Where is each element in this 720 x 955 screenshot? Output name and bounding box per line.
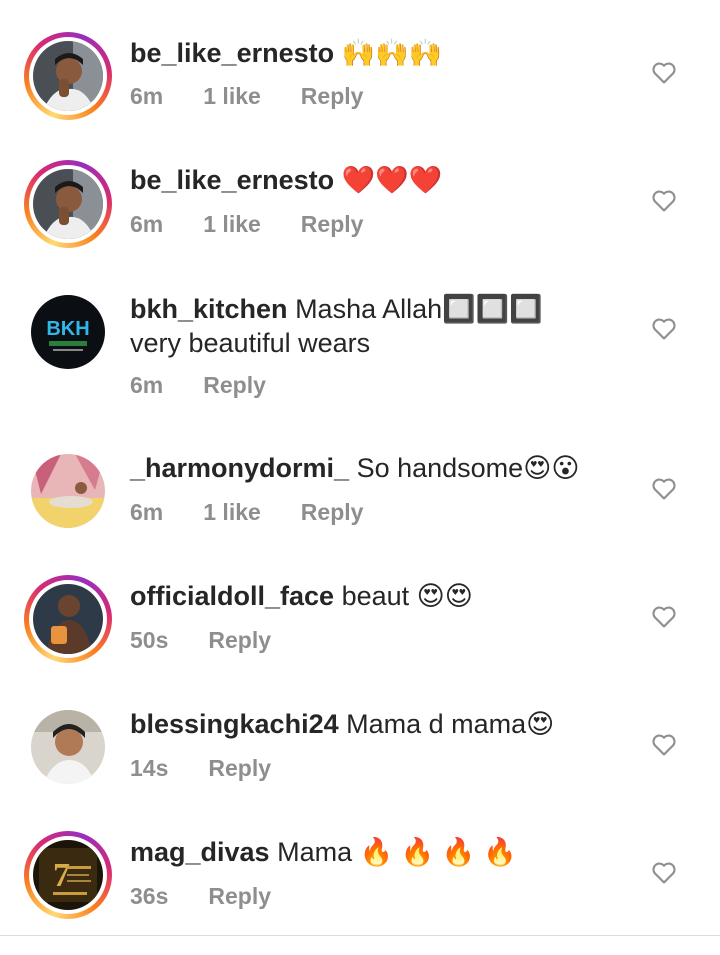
heart-outline-icon[interactable] [650, 730, 678, 758]
avatar[interactable]: 7 [24, 831, 112, 919]
comment-body: Mama 🔥 🔥 🔥 🔥 [277, 837, 517, 867]
svg-text:BKH: BKH [46, 318, 89, 340]
comment-time: 14s [130, 755, 169, 781]
comment-text: mag_divas Mama 🔥 🔥 🔥 🔥 [130, 835, 600, 869]
heart-outline-icon[interactable] [650, 186, 678, 214]
avatar[interactable] [24, 447, 112, 535]
comment-username[interactable]: bkh_kitchen [130, 294, 288, 324]
reply-button[interactable]: Reply [301, 499, 364, 526]
comment-username[interactable]: officialdoll_face [130, 581, 334, 611]
comment-body: ❤️❤️❤️ [341, 165, 443, 195]
comment-time: 6m [130, 499, 164, 525]
reply-button[interactable]: Reply [203, 372, 266, 399]
comment-body: 🙌🙌🙌 [341, 38, 443, 68]
heart-outline-icon[interactable] [650, 314, 678, 342]
avatar[interactable] [24, 703, 112, 791]
comment-body: beaut 😍😍 [341, 581, 473, 611]
comment-text: be_like_ernesto ❤️❤️❤️ [130, 163, 600, 197]
comment-username[interactable]: be_like_ernesto [130, 38, 334, 68]
comment-time: 36s [130, 883, 169, 909]
comment-username[interactable]: mag_divas [130, 837, 270, 867]
comment-text: blessingkachi24 Mama d mama😍 [130, 707, 600, 741]
comment-username[interactable]: be_like_ernesto [130, 165, 334, 195]
comment-time: 6m [130, 83, 164, 109]
avatar[interactable]: BKH [24, 288, 112, 376]
comment-likes[interactable]: 1 like [203, 211, 261, 238]
reply-button[interactable]: Reply [208, 755, 271, 782]
comment-username[interactable]: blessingkachi24 [130, 709, 339, 739]
heart-outline-icon[interactable] [650, 474, 678, 502]
heart-outline-icon[interactable] [650, 602, 678, 630]
comment-body: So handsome😍😮 [356, 453, 580, 483]
comment-time: 50s [130, 627, 169, 653]
comment-likes[interactable]: 1 like [203, 499, 261, 526]
comment-time: 6m [130, 211, 164, 237]
avatar[interactable] [24, 32, 112, 120]
reply-button[interactable]: Reply [208, 627, 271, 654]
avatar[interactable] [24, 575, 112, 663]
comment-likes[interactable]: 1 like [203, 83, 261, 110]
divider [0, 935, 720, 936]
comment-body: Mama d mama😍 [346, 709, 555, 739]
avatar[interactable] [24, 160, 112, 248]
comment-text: officialdoll_face beaut 😍😍 [130, 579, 600, 613]
reply-button[interactable]: Reply [208, 883, 271, 910]
comment-time: 6m [130, 372, 164, 398]
heart-outline-icon[interactable] [650, 858, 678, 886]
comment-text: be_like_ernesto 🙌🙌🙌 [130, 36, 600, 70]
comment-text: _harmonydormi_ So handsome😍😮 [130, 451, 600, 485]
heart-outline-icon[interactable] [650, 58, 678, 86]
reply-button[interactable]: Reply [301, 211, 364, 238]
reply-button[interactable]: Reply [301, 83, 364, 110]
comment-text: bkh_kitchen Masha Allah🔲🔲🔲 very beautifu… [130, 292, 600, 360]
comment-username[interactable]: _harmonydormi_ [130, 453, 349, 483]
